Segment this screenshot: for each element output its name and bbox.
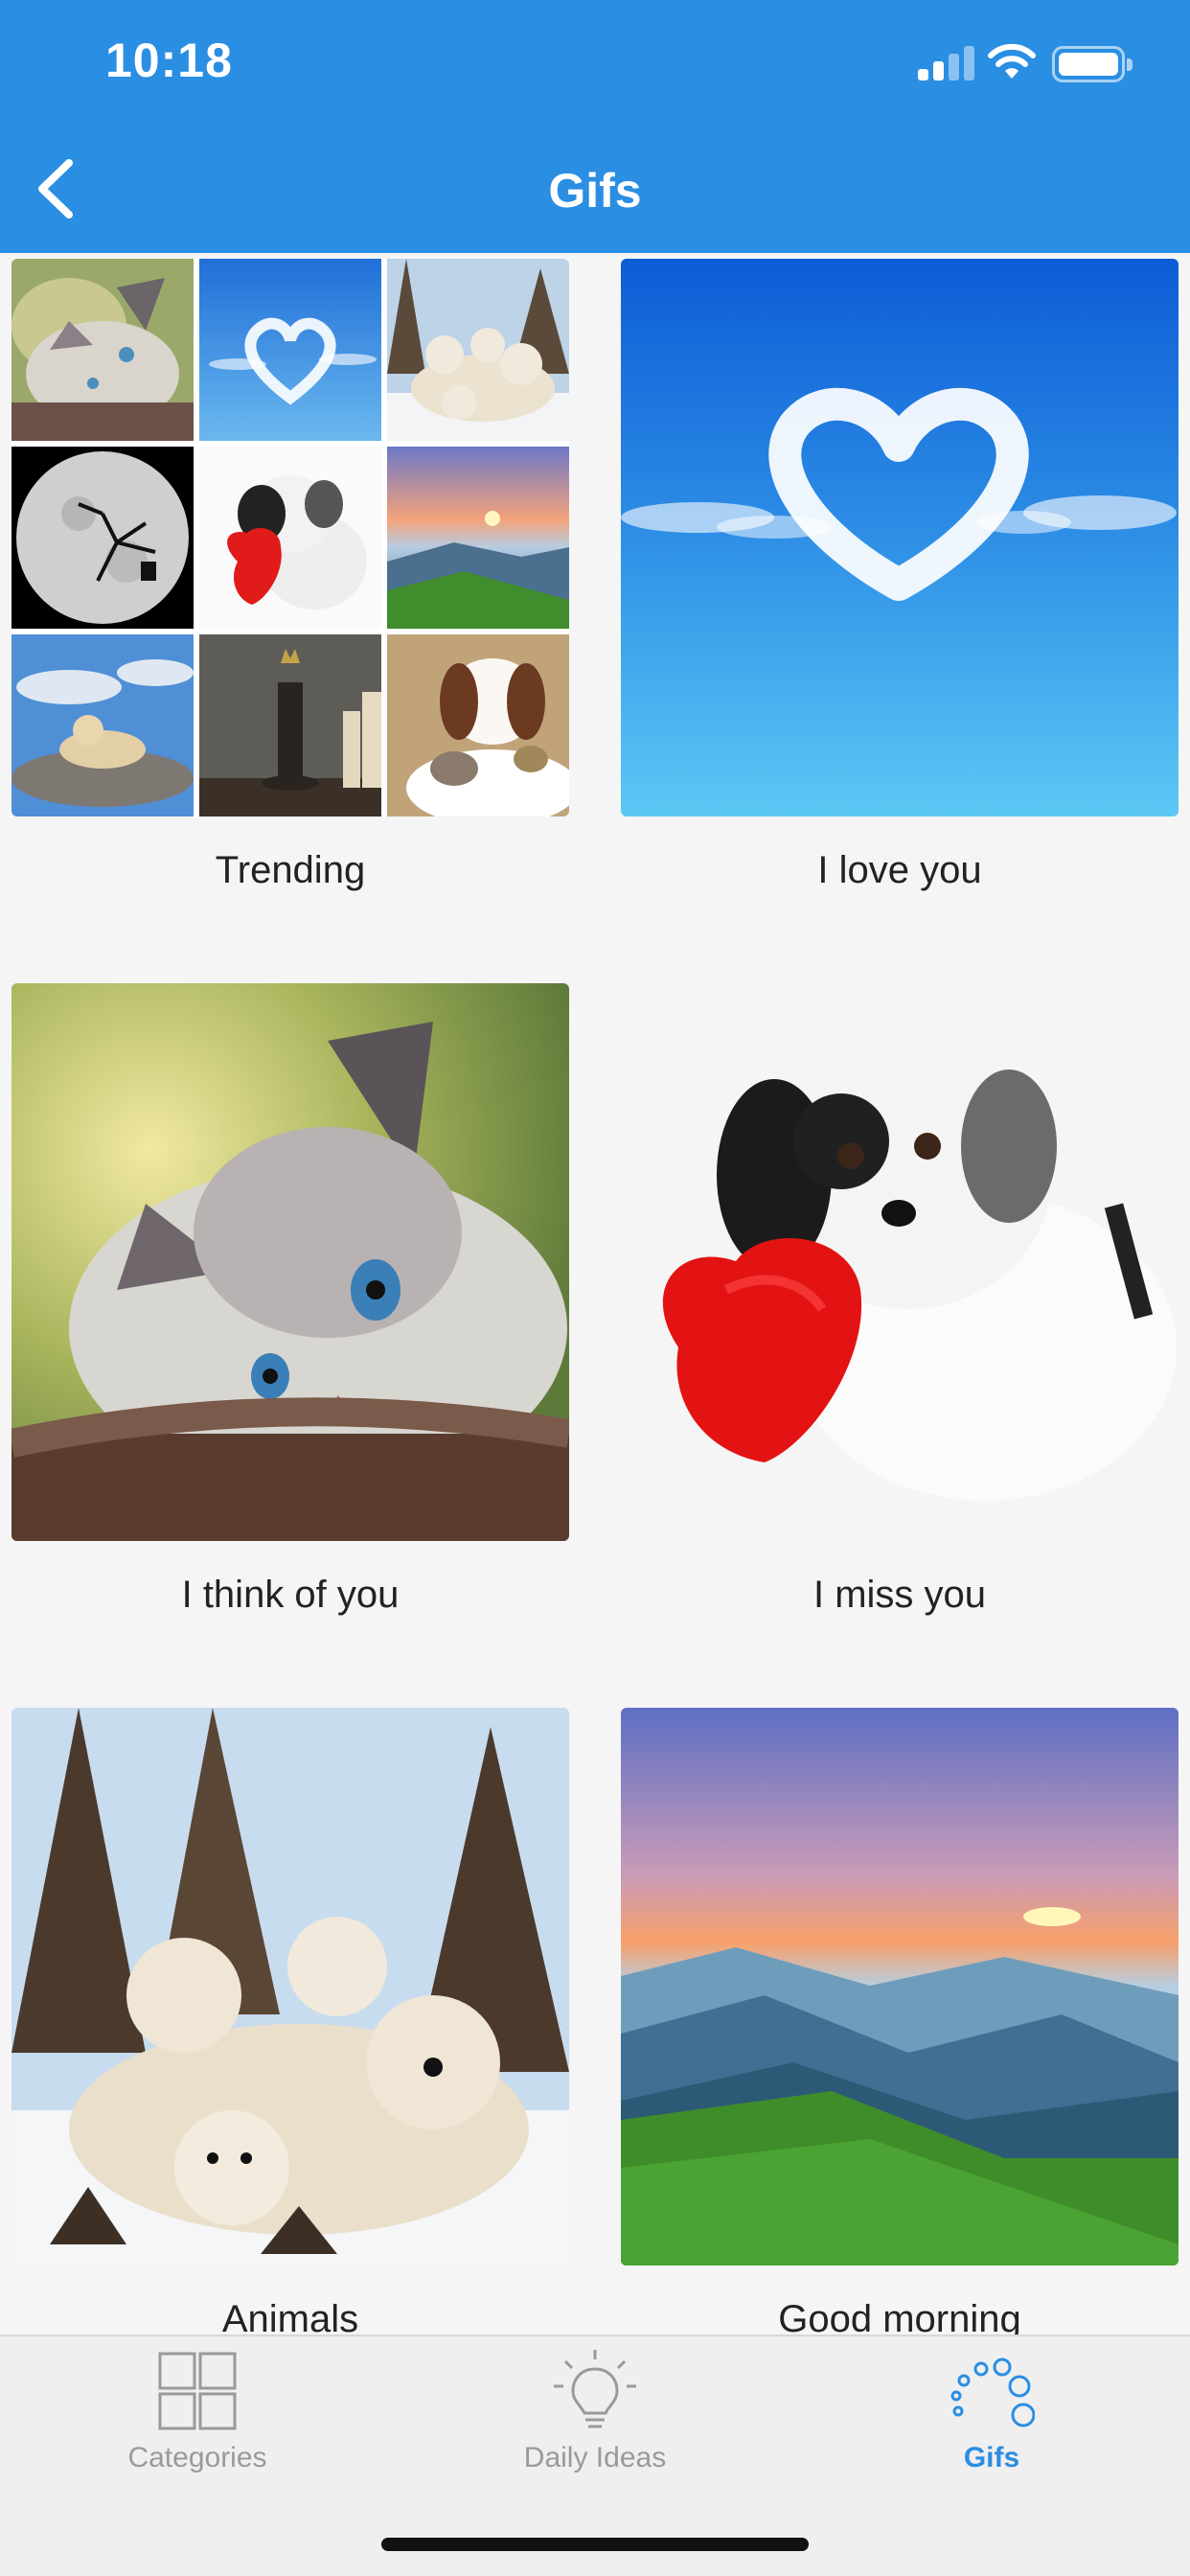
card-label: Good morning bbox=[778, 2298, 1021, 2334]
tab-gifs[interactable]: Gifs bbox=[848, 2336, 1135, 2509]
card-label: I miss you bbox=[812, 1574, 987, 1616]
mosaic-lion-image bbox=[11, 634, 194, 816]
category-card-good-morning[interactable]: Good morning bbox=[621, 1702, 1179, 2334]
tab-label: Gifs bbox=[963, 2442, 1020, 2473]
cellular-signal-icon bbox=[918, 46, 975, 80]
tab-daily-ideas[interactable]: Daily Ideas bbox=[451, 2336, 739, 2509]
bubbles-icon bbox=[950, 2358, 1035, 2427]
category-card-i-miss-you[interactable]: I miss you bbox=[621, 978, 1179, 1648]
navigation-bar: Gifs bbox=[0, 126, 1190, 253]
card-label: Animals bbox=[221, 2298, 359, 2334]
category-card-i-love-you[interactable]: I love you bbox=[621, 253, 1179, 924]
tab-label: Daily Ideas bbox=[523, 2442, 667, 2473]
card-label: I think of you bbox=[181, 1574, 400, 1616]
battery-icon bbox=[1052, 46, 1133, 82]
cat-image bbox=[11, 983, 569, 1541]
mosaic-heart-cloud-image bbox=[199, 259, 381, 441]
grid-icon bbox=[158, 2352, 237, 2430]
mosaic-moon-image bbox=[11, 447, 194, 629]
mosaic-chess-image bbox=[199, 634, 381, 816]
trending-mosaic-image bbox=[11, 259, 569, 816]
tab-label: Categories bbox=[127, 2442, 267, 2473]
status-time: 10:18 bbox=[105, 34, 233, 87]
category-card-i-think-of-you[interactable]: I think of you bbox=[11, 978, 569, 1648]
card-label: Trending bbox=[215, 849, 366, 891]
puppy-with-heart-image bbox=[621, 983, 1179, 1541]
status-bar: 10:18 bbox=[0, 0, 1190, 126]
category-card-animals[interactable]: Animals bbox=[11, 1702, 569, 2334]
mosaic-puppy-heart-image bbox=[199, 447, 381, 629]
category-card-trending[interactable]: Trending bbox=[11, 253, 569, 924]
header: 10:18 Gifs bbox=[0, 0, 1190, 253]
lightbulb-icon bbox=[554, 2350, 636, 2428]
mountain-sunrise-image bbox=[621, 1708, 1179, 2266]
wifi-icon bbox=[988, 43, 1036, 79]
mosaic-polar-bears-image bbox=[387, 259, 569, 441]
home-indicator bbox=[381, 2538, 809, 2551]
gif-category-grid: Trending I love you I think of you I mis… bbox=[0, 253, 1190, 2334]
mosaic-sunset-image bbox=[387, 447, 569, 629]
page-title: Gifs bbox=[548, 164, 642, 218]
polar-bears-image bbox=[11, 1708, 569, 2266]
mosaic-dog-and-cat-image bbox=[387, 634, 569, 816]
tab-categories[interactable]: Categories bbox=[54, 2336, 341, 2509]
heart-cloud-image bbox=[621, 259, 1179, 816]
card-label: I love you bbox=[817, 849, 982, 891]
mosaic-cat-image bbox=[11, 259, 194, 441]
